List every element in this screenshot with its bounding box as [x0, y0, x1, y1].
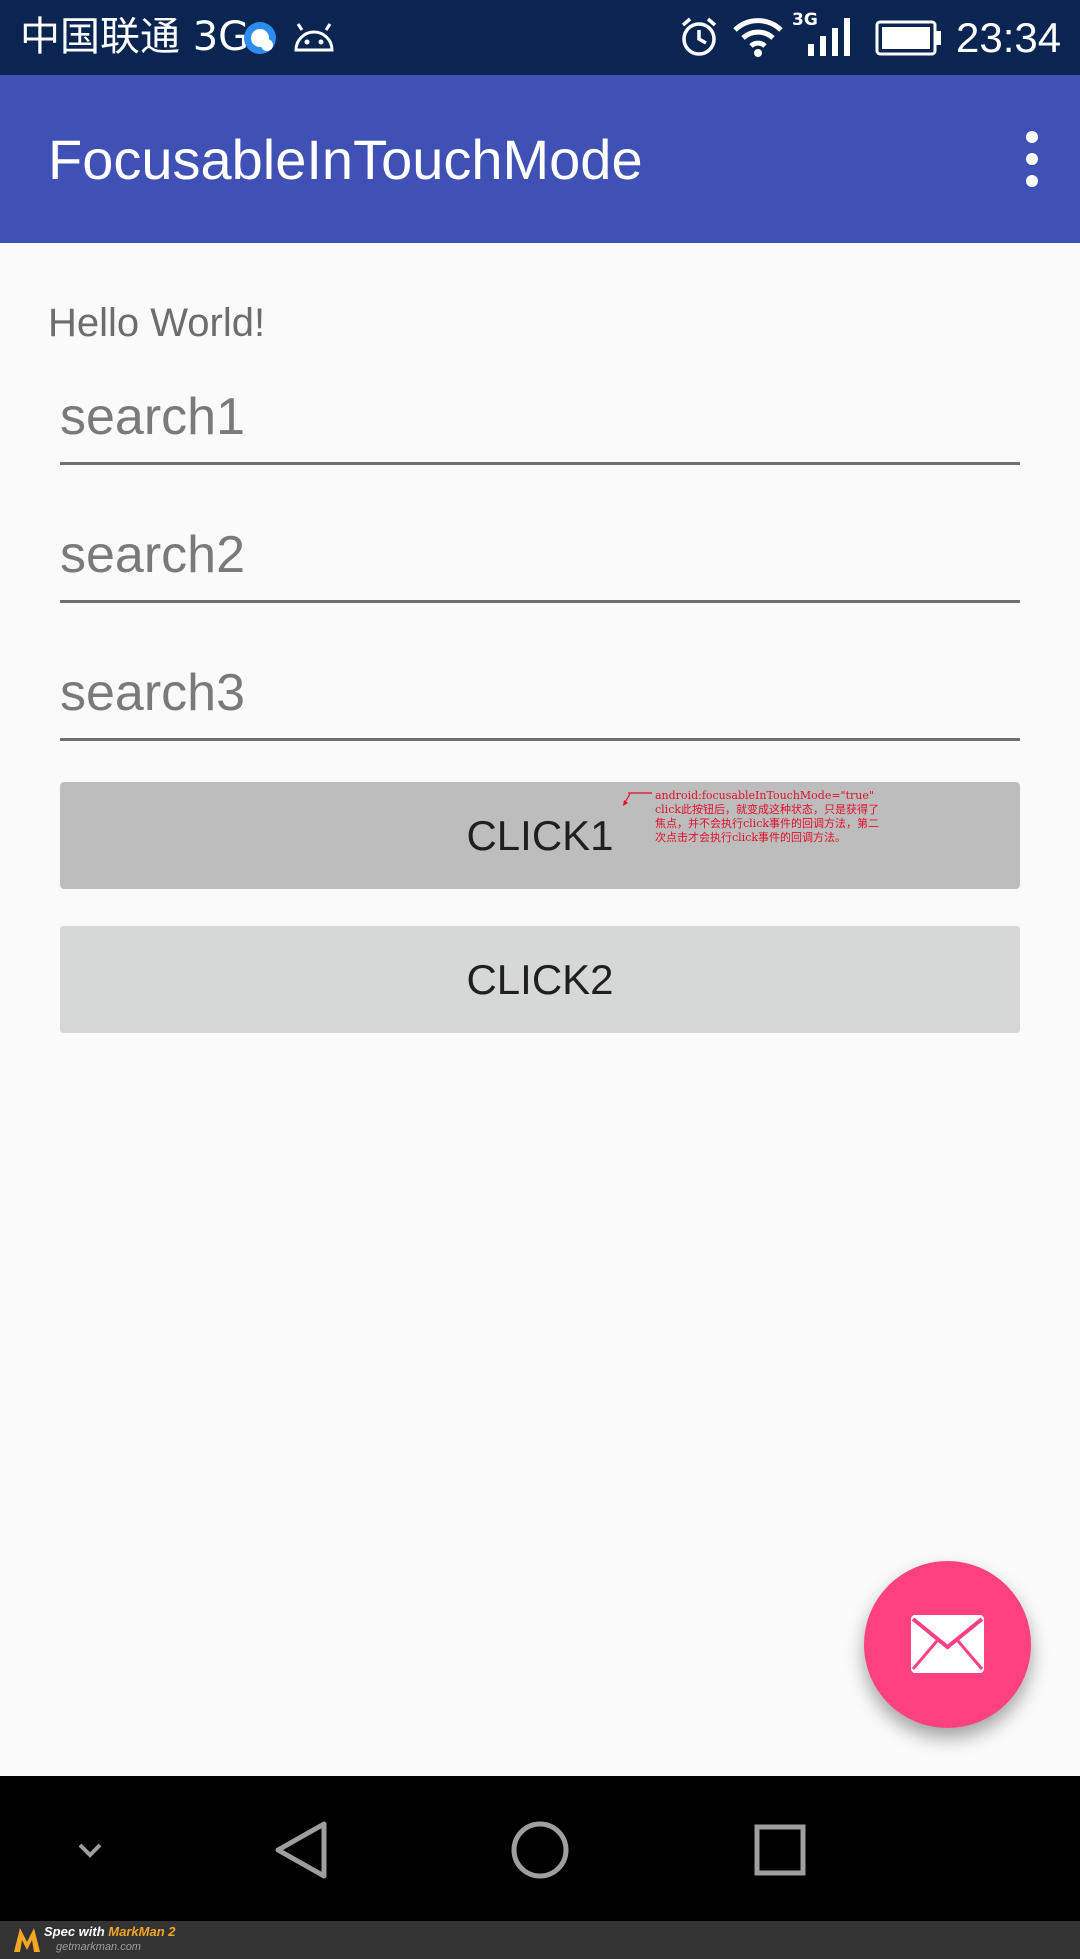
hello-text: Hello World! — [48, 301, 266, 345]
clock: 23:34 — [956, 14, 1062, 61]
signal-icon — [806, 18, 852, 60]
android-icon — [292, 22, 336, 58]
wifi-icon — [732, 16, 784, 62]
markman-brand: MarkMan 2 — [108, 1924, 176, 1939]
email-icon — [911, 1615, 984, 1673]
markman-prefix: Spec with — [44, 1924, 109, 1939]
back-icon[interactable] — [260, 1776, 340, 1921]
annotation-note: android:focusableInTouchMode="true" clic… — [655, 789, 880, 844]
app-title: FocusableInTouchMode — [48, 128, 643, 191]
email-fab[interactable] — [864, 1561, 1031, 1728]
markman-logo-icon — [12, 1926, 42, 1958]
nav-bar — [0, 1776, 1080, 1921]
markman-url: getmarkman.com — [56, 1941, 141, 1953]
alarm-icon — [678, 16, 720, 62]
search1-input[interactable] — [60, 372, 1020, 465]
search3-input[interactable] — [60, 648, 1020, 741]
search2-input[interactable] — [60, 510, 1020, 603]
more-vert-icon[interactable] — [1002, 127, 1062, 191]
markman-footer: Spec with MarkMan 2 getmarkman.com — [0, 1921, 1080, 1959]
recents-icon[interactable] — [740, 1776, 820, 1921]
status-bar: 中国联通 3G 3G 23:34 — [0, 0, 1080, 75]
qq-icon — [240, 18, 280, 62]
carrier-label: 中国联通 3G — [20, 14, 250, 60]
home-icon[interactable] — [500, 1776, 580, 1921]
click2-button[interactable]: CLICK2 — [60, 926, 1020, 1033]
app-bar: FocusableInTouchMode — [0, 75, 1080, 243]
markman-label: Spec with MarkMan 2 — [44, 1924, 176, 1940]
chevron-down-icon[interactable] — [60, 1776, 120, 1921]
battery-icon — [875, 20, 943, 60]
annotation-arrow-icon — [622, 790, 654, 814]
